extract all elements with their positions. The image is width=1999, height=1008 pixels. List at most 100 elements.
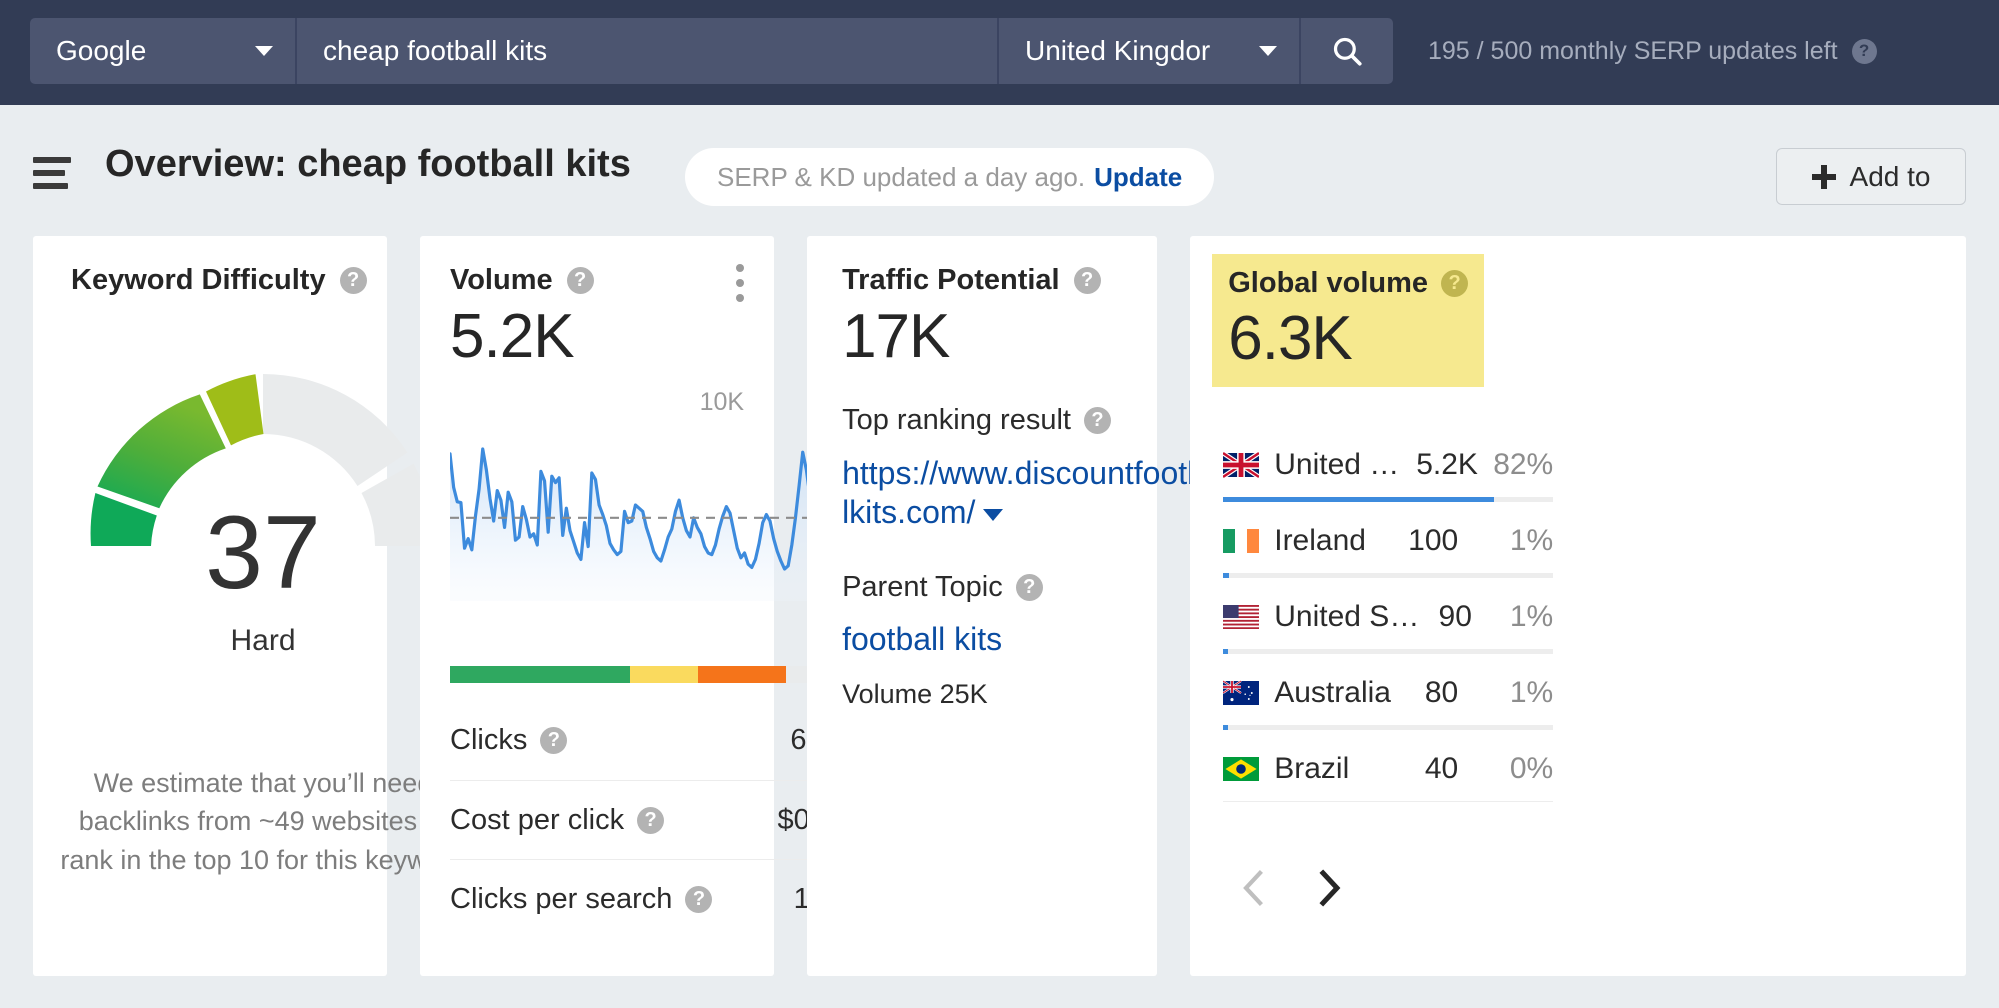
list-item[interactable]: United States 90 1% bbox=[1223, 578, 1553, 654]
help-icon[interactable]: ? bbox=[685, 886, 712, 913]
chevron-down-icon bbox=[255, 46, 273, 56]
country-volume: 90 bbox=[1439, 600, 1472, 634]
serp-status-pill: SERP & KD updated a day ago. Update bbox=[685, 148, 1214, 206]
kd-card-title: Keyword Difficulty bbox=[71, 264, 326, 297]
country-name: United Kin… bbox=[1274, 448, 1401, 482]
country-name: Australia bbox=[1274, 676, 1410, 710]
volume-sparkline bbox=[450, 441, 850, 601]
volume-card-title: Volume bbox=[450, 264, 553, 297]
kd-note: We estimate that you’ll need backlinks f… bbox=[57, 764, 469, 879]
australia-flag bbox=[1223, 680, 1259, 706]
keyword-difficulty-card: Keyword Difficulty ? bbox=[33, 236, 387, 976]
list-item[interactable]: United Kin… 5.2K 82% bbox=[1223, 426, 1553, 502]
brazil-flag bbox=[1223, 756, 1259, 782]
chevron-down-icon[interactable] bbox=[983, 509, 1003, 521]
list-item[interactable]: Brazil 40 0% bbox=[1223, 730, 1553, 802]
parent-topic-link[interactable]: football kits bbox=[842, 621, 1002, 658]
keyword-input[interactable]: cheap football kits bbox=[297, 18, 997, 84]
hamburger-icon[interactable] bbox=[33, 157, 71, 189]
country-percent: 1% bbox=[1473, 676, 1553, 710]
help-icon[interactable]: ? bbox=[637, 807, 664, 834]
volume-axis-max: 10K bbox=[700, 388, 744, 417]
clicks-bar-segment bbox=[698, 666, 786, 683]
kebab-dot bbox=[736, 294, 744, 302]
top-ranking-result-link[interactable]: https://www.discountfootballkits.com/ bbox=[842, 454, 1232, 532]
top-ranking-result-url: https://www.discountfootballkits.com/ bbox=[842, 455, 1230, 530]
serp-update-link[interactable]: Update bbox=[1094, 162, 1182, 193]
traffic-card-title: Traffic Potential bbox=[842, 264, 1060, 297]
volume-sparkline-svg bbox=[450, 441, 850, 601]
country-volume: 40 bbox=[1425, 752, 1458, 786]
chevron-left-icon[interactable] bbox=[1240, 869, 1266, 912]
parent-topic-volume: Volume 25K bbox=[842, 679, 988, 710]
country-list: United Kin… 5.2K 82% Ireland 100 1% bbox=[1223, 426, 1553, 802]
search-icon bbox=[1330, 34, 1364, 68]
clicks-distribution-bar bbox=[450, 666, 850, 683]
metric-name: Clicks bbox=[450, 724, 527, 757]
global-volume-header: Global volume ? 6.3K bbox=[1212, 254, 1484, 387]
help-icon[interactable]: ? bbox=[567, 267, 594, 294]
country-label: United Kingdor bbox=[1025, 35, 1210, 67]
country-percent: 1% bbox=[1473, 524, 1553, 558]
divider bbox=[1223, 801, 1553, 802]
ireland-flag bbox=[1223, 528, 1259, 554]
add-to-label: Add to bbox=[1850, 161, 1931, 193]
chevron-right-icon[interactable] bbox=[1316, 869, 1342, 912]
clicks-bar-segment bbox=[630, 666, 698, 683]
serp-status-text: SERP & KD updated a day ago. bbox=[717, 162, 1085, 193]
parent-topic-label-row: Parent Topic ? bbox=[842, 571, 1043, 604]
kd-gauge: 37 Hard bbox=[63, 346, 463, 646]
top-ranking-result-label-row: Top ranking result ? bbox=[842, 404, 1111, 437]
page-title: Overview: cheap football kits bbox=[105, 143, 631, 186]
help-icon[interactable]: ? bbox=[1074, 267, 1101, 294]
country-percent: 1% bbox=[1487, 600, 1553, 634]
volume-card-header: Volume ? bbox=[450, 264, 594, 297]
country-select[interactable]: United Kingdor bbox=[999, 18, 1299, 84]
keyword-value: cheap football kits bbox=[323, 35, 547, 67]
hamburger-line bbox=[33, 170, 65, 176]
metric-name: Cost per click bbox=[450, 804, 624, 837]
plus-icon bbox=[1812, 165, 1836, 189]
country-name: Brazil bbox=[1274, 752, 1410, 786]
country-percent: 0% bbox=[1473, 752, 1553, 786]
search-engine-select[interactable]: Google bbox=[30, 18, 295, 84]
list-item[interactable]: Ireland 100 1% bbox=[1223, 502, 1553, 578]
volume-card: Volume ? 5.2K 10K bbox=[420, 236, 774, 976]
search-group: Google cheap football kits United Kingdo… bbox=[30, 18, 1393, 84]
search-engine-label: Google bbox=[56, 35, 146, 67]
volume-metric-rows: Clicks ? 6.7K Cost per click ? $0.60 Cli… bbox=[450, 701, 850, 938]
help-icon[interactable]: ? bbox=[1084, 407, 1111, 434]
kd-label: Hard bbox=[63, 624, 463, 658]
country-name: Ireland bbox=[1274, 524, 1393, 558]
help-icon[interactable]: ? bbox=[1852, 39, 1877, 64]
metric-row: Clicks ? 6.7K bbox=[450, 701, 850, 780]
help-icon[interactable]: ? bbox=[540, 727, 567, 754]
help-icon[interactable]: ? bbox=[1441, 270, 1468, 297]
traffic-potential-value: 17K bbox=[842, 304, 949, 369]
serp-quota: 195 / 500 monthly SERP updates left ? bbox=[1428, 18, 1877, 84]
traffic-card-header: Traffic Potential ? bbox=[842, 264, 1101, 297]
add-to-button[interactable]: Add to bbox=[1776, 148, 1966, 205]
kebab-dot bbox=[736, 279, 744, 287]
help-icon[interactable]: ? bbox=[1016, 574, 1043, 601]
global-volume-title: Global volume bbox=[1228, 267, 1428, 300]
parent-topic-label: Parent Topic bbox=[842, 571, 1003, 604]
clicks-bar-segment bbox=[450, 666, 630, 683]
list-item[interactable]: Australia 80 1% bbox=[1223, 654, 1553, 730]
top-ranking-result-label: Top ranking result bbox=[842, 404, 1071, 437]
uk-flag bbox=[1223, 452, 1259, 478]
global-volume-value: 6.3K bbox=[1228, 306, 1468, 371]
kebab-dot bbox=[736, 264, 744, 272]
metric-row: Clicks per search ? 1.30 bbox=[450, 859, 850, 938]
search-button[interactable] bbox=[1301, 18, 1393, 84]
metric-row: Cost per click ? $0.60 bbox=[450, 780, 850, 859]
volume-value: 5.2K bbox=[450, 304, 574, 369]
country-name: United States bbox=[1274, 600, 1423, 634]
country-pagination bbox=[1240, 869, 1342, 912]
serp-quota-text: 195 / 500 monthly SERP updates left bbox=[1428, 37, 1838, 66]
more-options-icon[interactable] bbox=[736, 264, 744, 309]
chevron-down-icon bbox=[1259, 46, 1277, 56]
kd-score: 37 bbox=[63, 501, 463, 605]
help-icon[interactable]: ? bbox=[340, 267, 367, 294]
country-volume: 5.2K bbox=[1416, 448, 1478, 482]
